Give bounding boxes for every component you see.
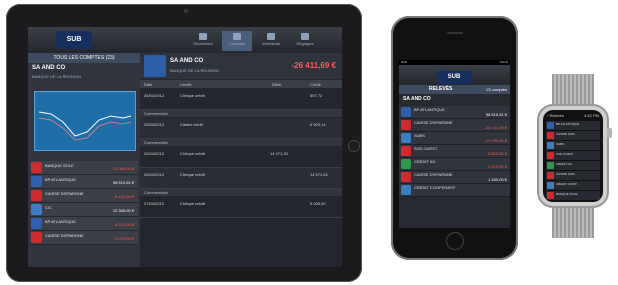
iphone-screen: SFR 100 % SUB RELEVÉS 23 comptes SA AND … bbox=[399, 60, 510, 228]
nav-transfers[interactable]: Virements bbox=[256, 31, 286, 51]
iphone-device: SFR 100 % SUB RELEVÉS 23 comptes SA AND … bbox=[391, 16, 518, 260]
accounts-panel: TOUS LES COMPTES (23) SA AND CO BANQUE D… bbox=[28, 53, 140, 267]
list-item[interactable]: CAISSE D'EPARGNE -3 070,00 € bbox=[30, 231, 138, 245]
nav-accounts[interactable]: Comptes bbox=[222, 31, 252, 51]
selected-account-name[interactable]: SA AND CO bbox=[32, 65, 65, 71]
account-balance: -26 411,69 € bbox=[291, 61, 336, 70]
account-bank: BANQUE DE LA REUNION bbox=[170, 68, 219, 73]
selected-account-bank: BANQUE DE LA REUNION bbox=[32, 74, 81, 79]
account-title: SA AND CO bbox=[170, 58, 204, 64]
table-row[interactable]: 27/04/2012 Chèque crédit 5 005,00 bbox=[140, 197, 342, 218]
list-item[interactable]: SUD OUEST -8 512,00 € bbox=[399, 145, 510, 158]
col-label: Libellé bbox=[180, 82, 192, 87]
bank-logo-icon bbox=[547, 192, 554, 199]
back-link[interactable]: ‹ Relevés bbox=[547, 113, 564, 118]
balance-chart bbox=[34, 91, 136, 151]
comment-row: Commentaire bbox=[140, 110, 342, 117]
account-name: SA AND CO bbox=[403, 96, 431, 102]
list-item[interactable]: CAISSE D'EPARGNE 1 450,00 € bbox=[399, 171, 510, 184]
bank-logo-icon bbox=[401, 133, 411, 143]
app-logo: SUB bbox=[437, 71, 471, 84]
comment-row: Commentaire bbox=[140, 139, 342, 146]
col-date: Date bbox=[144, 82, 153, 87]
list-item[interactable]: BANQUE SOLE bbox=[546, 191, 600, 201]
list-item[interactable]: BP ATLANTIQUE 98 510,51 € bbox=[399, 106, 510, 119]
search-icon bbox=[199, 33, 207, 40]
bank-logo-icon bbox=[31, 204, 42, 215]
list-item[interactable]: CAISSE D'EP. bbox=[546, 171, 600, 181]
chart-line bbox=[38, 111, 132, 141]
bank-logo-icon bbox=[401, 172, 411, 182]
comment-row: Commentaire bbox=[140, 189, 342, 196]
account-count: 23 comptes bbox=[486, 87, 507, 92]
bank-logo-icon bbox=[31, 218, 42, 229]
bank-logo-icon bbox=[547, 172, 554, 179]
list-item[interactable]: CAISSE D'EP. bbox=[546, 131, 600, 141]
list-item[interactable]: BANQUE SOLE -12 045,00 € bbox=[30, 161, 138, 175]
nav-bar: SUB bbox=[399, 65, 510, 85]
watch-band-bottom bbox=[552, 206, 594, 238]
home-button[interactable] bbox=[348, 140, 360, 152]
nav-settings[interactable]: Réglages bbox=[290, 31, 320, 51]
table-header: Date Libellé Débit Crédit bbox=[140, 80, 342, 88]
check-icon bbox=[267, 33, 275, 40]
bank-logo-icon bbox=[31, 162, 42, 173]
list-item[interactable]: BP ATLANTIQUE bbox=[546, 121, 600, 131]
table-row[interactable]: 26/04/2012 Chèque crédit 507,72 bbox=[140, 89, 342, 110]
list-item[interactable]: CREDIT COOP. bbox=[546, 181, 600, 191]
screen-title: RELEVÉS bbox=[429, 86, 453, 92]
col-credit: Crédit bbox=[310, 82, 321, 87]
table-row[interactable]: 26/04/2012 Chèque crédit 14 071,30 bbox=[140, 147, 342, 168]
bank-logo-icon bbox=[547, 122, 554, 129]
bank-logo-icon bbox=[31, 176, 42, 187]
watch-band-top bbox=[552, 74, 594, 108]
list-item[interactable]: CIC 12 305,00 € bbox=[30, 203, 138, 217]
list-item[interactable]: SUBS bbox=[546, 141, 600, 151]
list-item[interactable]: BP ATLANTIQUE 98 510,51 € bbox=[30, 175, 138, 189]
list-item[interactable]: CAISSE D'EPARGNE -8 400,00 € bbox=[30, 189, 138, 203]
list-item[interactable]: SUBS -12 095,00 € bbox=[399, 132, 510, 145]
bank-logo-icon bbox=[31, 190, 42, 201]
table-row[interactable]: 26/04/2012 Chèque crédit 14 571,62 bbox=[140, 168, 342, 189]
table-row[interactable]: 26/04/2012 Cartes crédit 6 903,14 bbox=[140, 118, 342, 139]
transactions-panel: SA AND CO BANQUE DE LA REUNION -26 411,6… bbox=[140, 53, 342, 267]
bank-logo-icon bbox=[547, 182, 554, 189]
gear-icon bbox=[301, 33, 309, 40]
list-item[interactable]: SUD OUEST bbox=[546, 151, 600, 161]
bank-logo-icon bbox=[401, 120, 411, 130]
speaker bbox=[447, 32, 463, 34]
bank-logo-icon bbox=[401, 146, 411, 156]
digital-crown[interactable] bbox=[607, 128, 612, 138]
screen-title-bar: RELEVÉS 23 comptes bbox=[399, 85, 510, 94]
bank-logo-icon bbox=[547, 162, 554, 169]
list-item[interactable]: CREDIT AG bbox=[546, 161, 600, 171]
watch-screen: ‹ Relevés 4:42 PM BP ATLANTIQUE CAISSE D… bbox=[543, 110, 603, 202]
bank-logo-icon bbox=[401, 159, 411, 169]
bank-logo-icon bbox=[401, 107, 411, 117]
nav-search[interactable]: Recherche bbox=[188, 31, 218, 51]
bank-logo-icon bbox=[31, 232, 42, 243]
list-item[interactable]: CREDIT AG -2 310,00 € bbox=[399, 158, 510, 171]
accounts-header: TOUS LES COMPTES (23) bbox=[28, 53, 140, 63]
bank-logo-icon bbox=[401, 185, 411, 195]
top-toolbar: SUB Recherche Comptes Virements Réglages bbox=[28, 27, 342, 53]
ipad-screen: SUB Recherche Comptes Virements Réglages… bbox=[28, 27, 342, 267]
list-item[interactable]: CREDIT COOPERATIF bbox=[399, 184, 510, 197]
list-item[interactable]: BP ATLANTIQUE -6 212,00 € bbox=[30, 217, 138, 231]
camera bbox=[184, 9, 188, 13]
bank-logo-icon bbox=[547, 132, 554, 139]
col-debit: Débit bbox=[272, 82, 282, 87]
watch-time: 4:42 PM bbox=[584, 113, 599, 118]
account-header: SA AND CO BANQUE DE LA REUNION -26 411,6… bbox=[140, 53, 342, 79]
ipad-device: SUB Recherche Comptes Virements Réglages… bbox=[6, 4, 362, 282]
app-logo: SUB bbox=[56, 31, 92, 49]
watch-header: ‹ Relevés 4:42 PM bbox=[547, 113, 599, 118]
bank-logo-icon bbox=[547, 142, 554, 149]
bank-logo-icon bbox=[547, 152, 554, 159]
bank-logo-icon bbox=[144, 55, 166, 77]
home-button[interactable] bbox=[446, 232, 464, 250]
list-item[interactable]: CAISSE D'EPARGNE -26 411,69 € bbox=[399, 119, 510, 132]
chart-icon bbox=[233, 33, 241, 40]
